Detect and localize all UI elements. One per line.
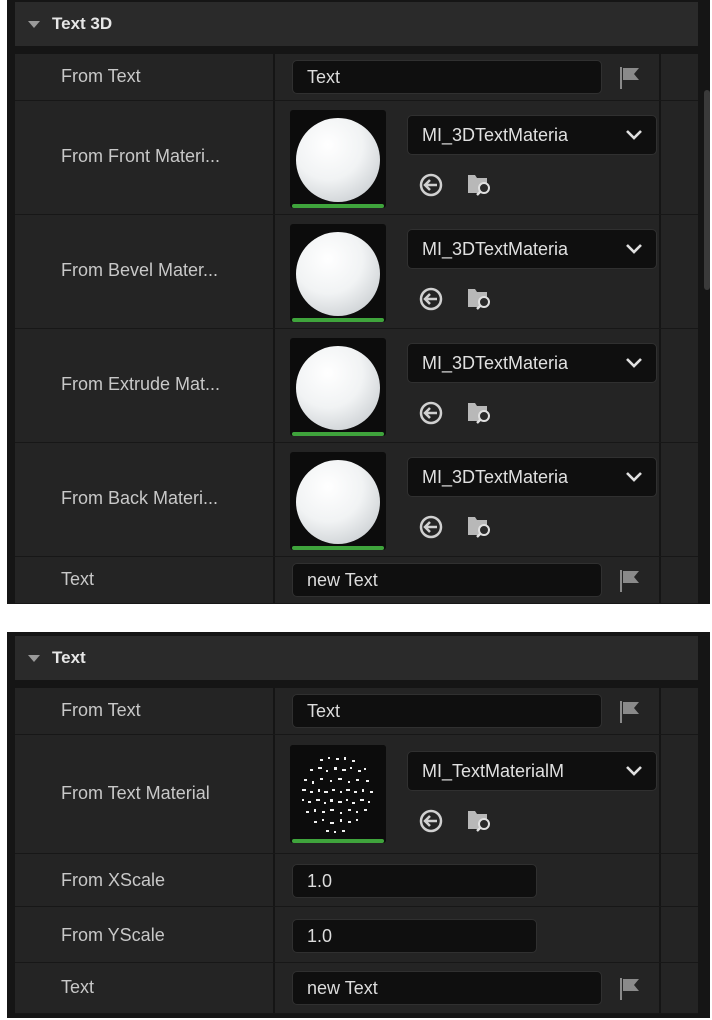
flag-icon[interactable]	[617, 698, 643, 724]
property-label: From Bevel Mater...	[61, 260, 219, 280]
property-label: From Front Materi...	[61, 146, 221, 166]
property-row-text: Text new Text	[15, 963, 698, 1014]
chevron-down-icon	[626, 358, 642, 368]
property-row-back-material: From Back Materi... MI_3DTextMateria	[15, 443, 698, 557]
xscale-input[interactable]: 1.0	[292, 864, 537, 898]
flag-icon[interactable]	[617, 567, 643, 593]
property-row-bevel-material: From Bevel Mater... MI_3DTextMateria	[15, 215, 698, 329]
property-label: From Back Materi...	[61, 488, 219, 508]
folder-search-icon[interactable]	[465, 283, 493, 311]
folder-search-icon[interactable]	[465, 511, 493, 539]
property-label: From Text Material	[61, 783, 210, 803]
from-text-input[interactable]: Text	[292, 60, 602, 94]
chevron-down-icon	[626, 130, 642, 140]
yscale-input[interactable]: 1.0	[292, 919, 537, 953]
arrow-left-circle-icon[interactable]	[417, 171, 445, 199]
flag-icon[interactable]	[617, 64, 643, 90]
text-input[interactable]: new Text	[292, 563, 602, 597]
property-row-from-text: From Text Text	[15, 54, 698, 101]
arrow-left-circle-icon[interactable]	[417, 285, 445, 313]
chevron-down-icon	[626, 244, 642, 254]
material-thumbnail[interactable]	[290, 224, 386, 322]
triangle-down-icon[interactable]	[28, 654, 40, 662]
property-row-text-material: From Text Material MI_TextMaterialM	[15, 735, 698, 854]
material-dropdown[interactable]: MI_3DTextMateria	[407, 229, 657, 269]
section-header-text3d[interactable]: Text 3D	[15, 2, 698, 46]
property-row-text: Text new Text	[15, 557, 698, 604]
property-row-extrude-material: From Extrude Mat... MI_3DTextMateria	[15, 329, 698, 443]
property-label: From Extrude Mat...	[61, 374, 221, 394]
material-thumbnail[interactable]	[290, 745, 386, 843]
property-label: From Text	[61, 66, 141, 86]
triangle-down-icon[interactable]	[28, 20, 40, 28]
material-dropdown[interactable]: MI_TextMaterialM	[407, 751, 657, 791]
from-text-input[interactable]: Text	[292, 694, 602, 728]
material-dropdown-value: MI_3DTextMateria	[422, 353, 569, 373]
material-dropdown[interactable]: MI_3DTextMateria	[407, 457, 657, 497]
folder-search-icon[interactable]	[465, 169, 493, 197]
flag-icon[interactable]	[617, 975, 643, 1001]
details-panel-text: Text From Text Text From Text Material M…	[7, 632, 710, 1018]
property-label: From XScale	[61, 870, 166, 890]
section-header-text[interactable]: Text	[15, 636, 698, 680]
section-title: Text	[52, 648, 86, 667]
scrollbar[interactable]	[704, 90, 710, 290]
material-thumbnail[interactable]	[290, 452, 386, 550]
material-dropdown-value: MI_3DTextMateria	[422, 467, 569, 487]
chevron-down-icon	[626, 766, 642, 776]
property-row-front-material: From Front Materi... MI_3DTextMateria	[15, 101, 698, 215]
material-dropdown-value: MI_3DTextMateria	[422, 239, 569, 259]
material-dropdown[interactable]: MI_3DTextMateria	[407, 115, 657, 155]
arrow-left-circle-icon[interactable]	[417, 807, 445, 835]
property-row-xscale: From XScale 1.0	[15, 854, 698, 907]
material-thumbnail[interactable]	[290, 338, 386, 436]
text-material-preview	[290, 745, 386, 843]
section-title: Text 3D	[52, 14, 113, 33]
text-input[interactable]: new Text	[292, 971, 602, 1005]
details-panel-text3d: Text 3D From Text Text From Front Materi…	[7, 0, 710, 604]
folder-search-icon[interactable]	[465, 805, 493, 833]
property-row-from-text: From Text Text	[15, 688, 698, 735]
folder-search-icon[interactable]	[465, 397, 493, 425]
property-label: From YScale	[61, 925, 165, 945]
material-dropdown-value: MI_3DTextMateria	[422, 125, 569, 145]
property-label: From Text	[61, 700, 141, 720]
material-thumbnail[interactable]	[290, 110, 386, 208]
arrow-left-circle-icon[interactable]	[417, 399, 445, 427]
property-label: Text	[61, 977, 95, 997]
material-dropdown-value: MI_TextMaterialM	[422, 761, 565, 781]
material-dropdown[interactable]: MI_3DTextMateria	[407, 343, 657, 383]
chevron-down-icon	[626, 472, 642, 482]
property-row-yscale: From YScale 1.0	[15, 907, 698, 963]
property-label: Text	[61, 569, 95, 589]
arrow-left-circle-icon[interactable]	[417, 513, 445, 541]
